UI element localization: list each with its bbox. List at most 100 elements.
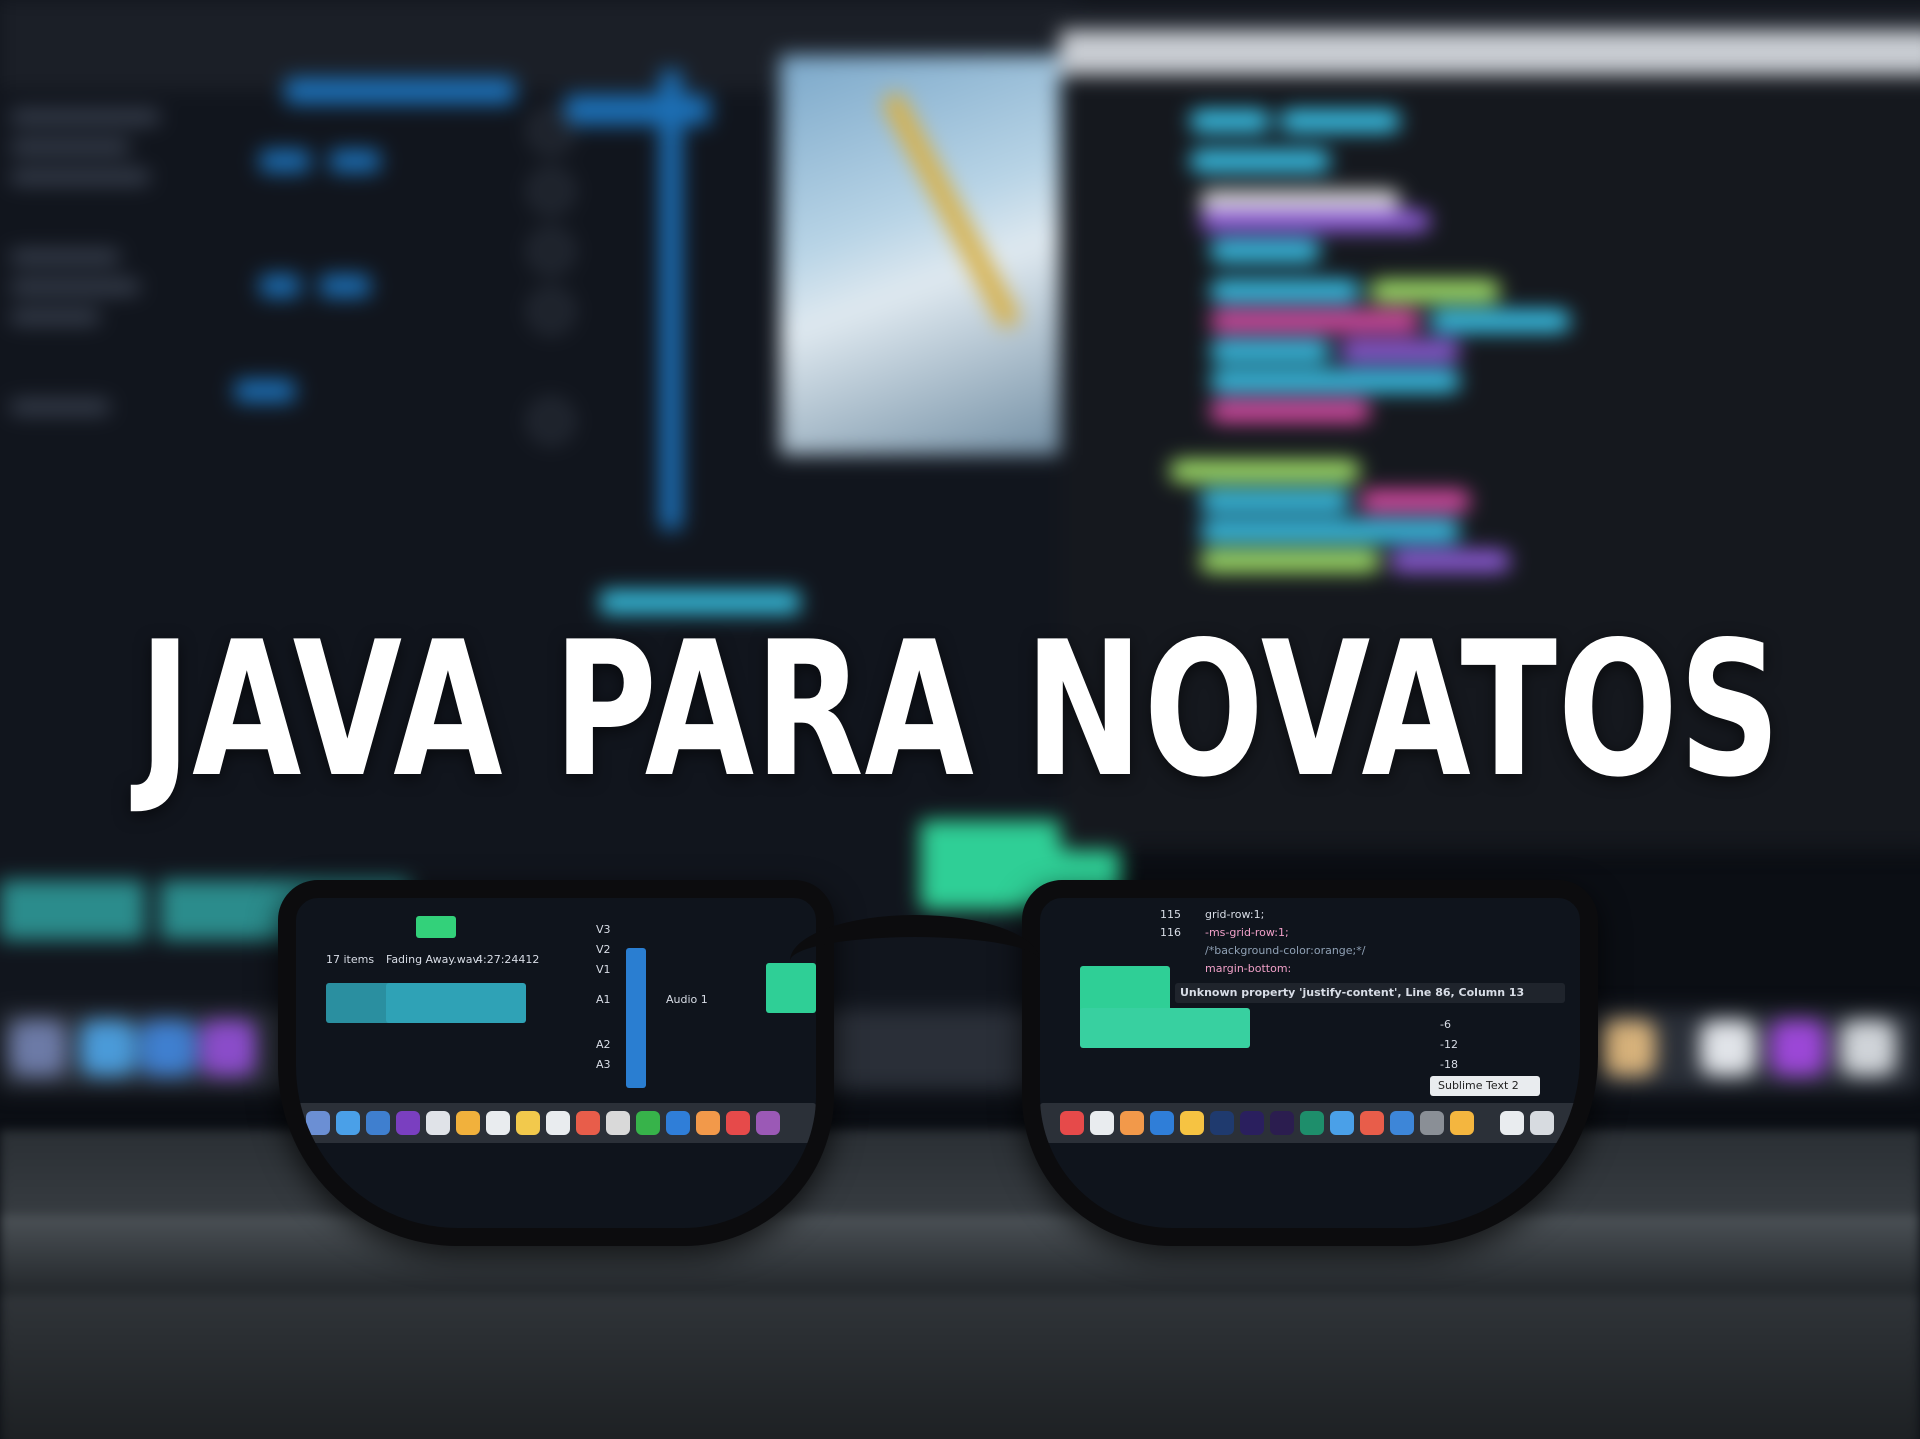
code-token (1200, 190, 1400, 212)
panel-line (10, 110, 160, 124)
panel-line (10, 140, 130, 154)
code-token (1280, 110, 1400, 132)
code-token (1370, 280, 1500, 302)
photoshop-icon (1210, 1111, 1234, 1135)
clip-name: Fading Away.wav (386, 953, 480, 966)
app-icon (576, 1111, 600, 1135)
blue-panel-header (285, 78, 515, 104)
photo-background: 17 items Fading Away.wav 4:27:24412 V3 V… (0, 0, 1920, 1439)
app-icon (636, 1111, 660, 1135)
code-token (1200, 490, 1350, 512)
headline-title: JAVA PARA NOVATOS (138, 601, 1782, 818)
chrome-icon (1180, 1111, 1204, 1135)
dock-app-icon (140, 1020, 196, 1076)
code-token (1390, 550, 1510, 572)
waveform-thumbnail (386, 983, 526, 1023)
app-icon (486, 1111, 510, 1135)
app-icon (396, 1111, 420, 1135)
blue-timeline-bar (660, 70, 682, 530)
code-token (1210, 310, 1420, 332)
app-icon (1330, 1111, 1354, 1135)
blue-chip (330, 150, 380, 172)
dock-app-icon (10, 1020, 66, 1076)
app-icon (1360, 1111, 1384, 1135)
meter-label: -6 (1440, 1018, 1451, 1031)
app-store-icon (1390, 1111, 1414, 1135)
app-icon (456, 1111, 480, 1135)
track-label: V1 (596, 963, 611, 976)
blue-playhead (565, 95, 710, 125)
dock-app-icon (1840, 1020, 1896, 1076)
dial-icon (530, 400, 572, 442)
code-token (1360, 490, 1470, 512)
play-button-icon (416, 916, 456, 938)
code-token (1210, 370, 1460, 392)
app-icon (336, 1111, 360, 1135)
app-icon (1120, 1111, 1144, 1135)
app-icon (666, 1111, 690, 1135)
track-label: A1 (596, 993, 611, 1006)
dial-icon (530, 170, 572, 212)
dock-app-icon (1770, 1020, 1826, 1076)
app-icon (606, 1111, 630, 1135)
meter-label: -18 (1440, 1058, 1458, 1071)
app-icon (1060, 1111, 1084, 1135)
panel-line (10, 310, 100, 324)
code-token (1340, 340, 1460, 362)
dock-app-icon (1600, 1020, 1656, 1076)
dial-icon (530, 110, 572, 152)
items-count: 17 items (326, 953, 375, 966)
blue-chip (260, 275, 300, 297)
audio-track-name: Audio 1 (666, 993, 708, 1006)
code-editor-titlebar (1060, 30, 1920, 75)
app-icon (1530, 1111, 1554, 1135)
dial-icon (530, 290, 572, 332)
panel-line (10, 250, 120, 264)
code-token (1210, 240, 1320, 262)
track-label: V2 (596, 943, 611, 956)
code-token (1430, 310, 1570, 332)
app-icon (756, 1111, 780, 1135)
code-token (1190, 110, 1270, 132)
track-label: A3 (596, 1058, 611, 1071)
line-number: 116 (1160, 926, 1181, 939)
app-icon (426, 1111, 450, 1135)
code-line: -ms-grid-row:1; (1205, 926, 1289, 939)
app-icon (516, 1111, 540, 1135)
app-icon (1150, 1111, 1174, 1135)
blue-chip (320, 275, 370, 297)
blue-chip (235, 380, 295, 402)
app-icon (1450, 1111, 1474, 1135)
video-preview (780, 55, 1090, 455)
app-icon (1090, 1111, 1114, 1135)
code-token (1210, 400, 1370, 422)
error-message: Unknown property 'justify-content', Line… (1180, 986, 1525, 999)
code-line: margin-bottom: (1205, 962, 1292, 975)
dock-app-icon (1700, 1020, 1756, 1076)
code-token (1170, 460, 1360, 482)
track-label: V3 (596, 923, 611, 936)
code-line: grid-row:1; (1205, 908, 1265, 921)
app-icon (1300, 1111, 1324, 1135)
track-label: A2 (596, 1038, 611, 1051)
panel-line (10, 400, 110, 414)
code-line: /*background-color:orange;*/ (1205, 944, 1366, 957)
app-icon (696, 1111, 720, 1135)
app-icon (306, 1111, 330, 1135)
app-icon (726, 1111, 750, 1135)
code-token (1200, 550, 1380, 572)
code-token (1200, 520, 1460, 542)
timecode: 4:27:24412 (476, 953, 540, 966)
dial-icon (530, 230, 572, 272)
panel-line (10, 280, 140, 294)
glasses-bridge (790, 915, 1040, 1007)
code-token (1190, 150, 1330, 172)
code-token (1210, 280, 1360, 302)
selected-track-column (626, 948, 646, 1088)
code-token (1200, 210, 1430, 232)
dock-app-icon (200, 1020, 256, 1076)
waveform-clip (0, 880, 145, 940)
app-icon (546, 1111, 570, 1135)
blue-chip (260, 150, 310, 172)
meter-label: -12 (1440, 1038, 1458, 1051)
